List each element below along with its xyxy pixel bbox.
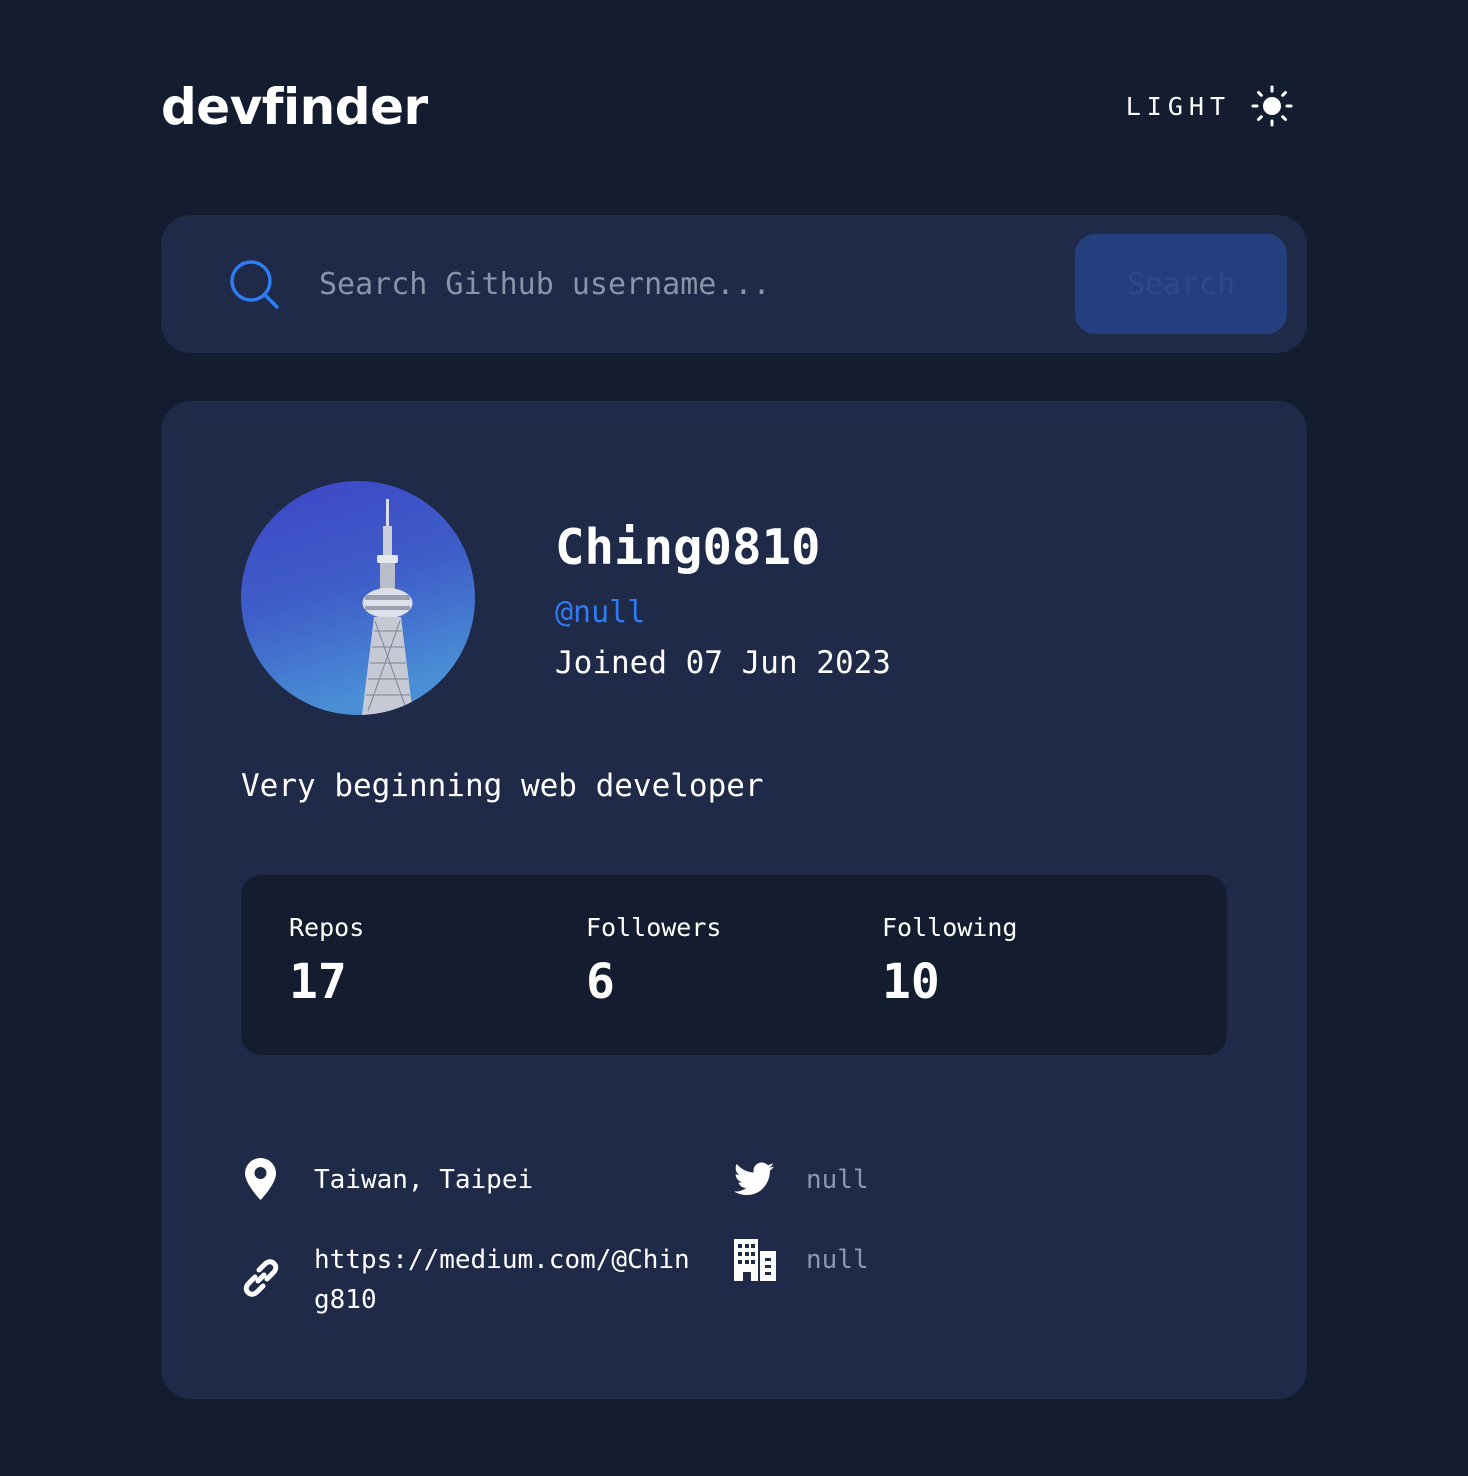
stat-value: 17 — [289, 954, 347, 1010]
twitter-text: null — [806, 1165, 869, 1195]
twitter-icon — [734, 1162, 774, 1195]
location-pin-icon — [245, 1158, 276, 1200]
stat-label: Followers — [586, 913, 722, 942]
stat-value: 10 — [882, 954, 940, 1010]
search-bar: Search — [161, 215, 1307, 353]
app: devfinder LIGHT Search Github username..… — [161, 0, 1307, 1476]
avatar — [241, 481, 475, 715]
theme-toggle[interactable]: LIGHT — [1126, 84, 1293, 128]
profile-bio: Very beginning web developer — [241, 768, 764, 804]
profile-card: Ching0810 @null Joined 07 Jun 2023 Very … — [161, 401, 1307, 1399]
sun-icon[interactable] — [1251, 85, 1293, 127]
joined-date: Joined 07 Jun 2023 — [555, 645, 891, 681]
stat-following: Following 10 — [882, 913, 1017, 1010]
building-icon — [734, 1239, 776, 1281]
location-text: Taiwan, Taipei — [314, 1165, 534, 1195]
stat-value: 6 — [586, 954, 615, 1010]
theme-label[interactable]: LIGHT — [1126, 92, 1231, 121]
search-button[interactable]: Search — [1075, 234, 1287, 334]
search-icon — [230, 260, 279, 309]
link-icon — [243, 1259, 279, 1297]
search-input[interactable] — [319, 249, 1059, 319]
stat-followers: Followers 6 — [586, 913, 721, 1010]
profile-handle[interactable]: @null — [555, 595, 645, 630]
logo: devfinder — [161, 78, 428, 136]
company-text: null — [806, 1245, 869, 1275]
stats-panel: Repos 17 Followers 6 Following 10 — [241, 875, 1227, 1055]
stat-label: Following — [882, 913, 1018, 942]
header: devfinder LIGHT — [161, 70, 1307, 142]
stat-label: Repos — [289, 913, 365, 942]
website-link[interactable]: https://medium.com/@Ching810 — [314, 1240, 704, 1320]
profile-name: Ching0810 — [555, 519, 821, 576]
stat-repos: Repos 17 — [289, 913, 364, 1010]
